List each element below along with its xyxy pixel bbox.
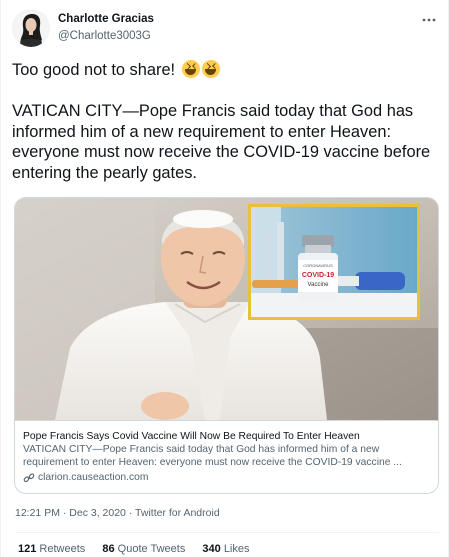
quotes-stat[interactable]: 86 Quote Tweets bbox=[102, 543, 185, 555]
card-description: VATICAN CITY—Pope Francis said today tha… bbox=[23, 444, 402, 468]
inset-vaccine-label: COVID-19 bbox=[302, 272, 334, 279]
likes-count: 340 bbox=[202, 543, 221, 555]
card-meta[interactable]: Pope Francis Says Covid Vaccine Will Now… bbox=[15, 420, 438, 493]
retweets-stat[interactable]: 121 Retweets bbox=[18, 543, 85, 555]
tweet-stats: 121 Retweets 86 Quote Tweets 340 Likes bbox=[18, 543, 264, 555]
card-image[interactable]: CORONAVIRUS COVID-19 Vaccine bbox=[15, 198, 438, 420]
quotes-label: Quote Tweets bbox=[117, 543, 186, 555]
card-domain[interactable]: clarion.causeaction.com bbox=[23, 471, 432, 484]
tweet-header: Charlotte Gracias @Charlotte3003G bbox=[12, 9, 440, 49]
inset-vaccine-sublabel: Vaccine bbox=[308, 282, 330, 288]
card-title[interactable]: Pope Francis Says Covid Vaccine Will Now… bbox=[23, 430, 432, 443]
author-handle[interactable]: @Charlotte3003G bbox=[58, 30, 151, 42]
likes-stat[interactable]: 340 Likes bbox=[202, 543, 249, 555]
card-domain-text: clarion.causeaction.com bbox=[38, 472, 149, 483]
retweets-count: 121 bbox=[18, 543, 37, 555]
link-icon bbox=[23, 472, 35, 484]
retweets-label: Retweets bbox=[39, 543, 86, 555]
laughing-emoji-icon bbox=[201, 60, 220, 78]
tweet-text-intro: Too good not to share! bbox=[12, 60, 440, 81]
link-card[interactable]: CORONAVIRUS COVID-19 Vaccine Pope Franci… bbox=[14, 197, 439, 494]
tweet: Charlotte Gracias @Charlotte3003G Too go… bbox=[0, 0, 449, 557]
intro-text: Too good not to share! bbox=[12, 61, 176, 79]
svg-text:CORONAVIRUS: CORONAVIRUS bbox=[303, 263, 333, 268]
likes-label: Likes bbox=[223, 543, 250, 555]
author-name[interactable]: Charlotte Gracias bbox=[58, 13, 154, 25]
avatar[interactable] bbox=[12, 9, 50, 47]
laughing-emoji-icon bbox=[181, 60, 200, 78]
quotes-count: 86 bbox=[102, 543, 115, 555]
more-options-icon[interactable] bbox=[418, 9, 440, 27]
tweet-text-body: VATICAN CITY—Pope Francis said today tha… bbox=[12, 102, 431, 182]
tweet-timestamp[interactable]: 12:21 PM · Dec 3, 2020 · Twitter for And… bbox=[15, 507, 220, 519]
divider bbox=[15, 532, 439, 533]
